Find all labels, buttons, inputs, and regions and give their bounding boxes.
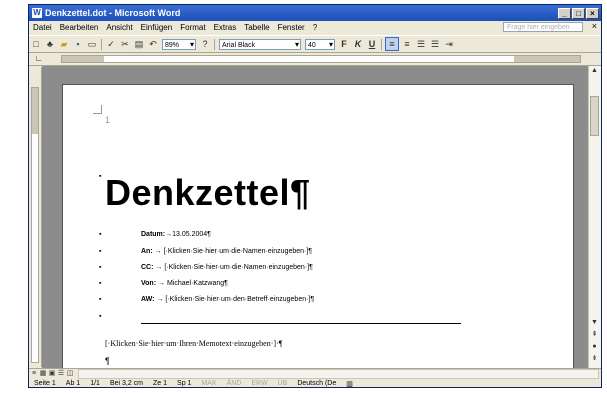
vertical-ruler-top-margin — [32, 88, 38, 134]
status-track-changes[interactable]: ÄND — [222, 380, 247, 387]
spellcheck-icon[interactable]: ✓ — [105, 38, 117, 50]
field-cc[interactable]: CC: → [·Klicken·Sie·hier·um·die·Namen·ei… — [141, 264, 313, 271]
list-bullet: ▪ — [99, 280, 102, 287]
scroll-up-icon[interactable]: ▲ — [590, 66, 599, 76]
font-select[interactable]: Arial Black — [219, 38, 301, 50]
ruler-left-margin — [62, 56, 104, 62]
status-extend[interactable]: ERW — [246, 380, 272, 387]
ruler-right-margin — [514, 56, 580, 62]
web-view-icon[interactable]: ▦ — [39, 370, 47, 378]
toolbar-separator — [101, 38, 102, 50]
previous-page-icon[interactable]: ⇞ — [590, 330, 599, 340]
permission-icon[interactable]: ♣ — [44, 38, 56, 50]
save-icon[interactable]: ▪ — [72, 38, 84, 50]
align-left-icon[interactable]: ≡ — [385, 37, 399, 51]
horizontal-rule — [141, 323, 461, 324]
align-center-icon[interactable]: ≡ — [401, 38, 413, 50]
document-heading[interactable]: Denkzettel¶ — [105, 172, 311, 214]
numbered-list-icon[interactable]: ☰ — [415, 38, 427, 50]
status-page-count: 1/1 — [90, 380, 100, 387]
font-size-select[interactable]: 40 — [305, 38, 335, 50]
status-overtype[interactable]: ÜB — [273, 380, 293, 387]
word-window: W Denkzettel.dot - Microsoft Word _ □ × … — [28, 4, 602, 388]
document-page[interactable]: 1 Denkzettel¶ ▪ ▪ Datum:→13.05.2004¶ ▪ A… — [62, 84, 574, 368]
zoom-select[interactable]: 89% — [162, 38, 196, 50]
spellcheck-status-icon[interactable]: ▥ — [341, 380, 358, 388]
indent-icon[interactable]: ⇥ — [443, 38, 455, 50]
vertical-ruler[interactable] — [29, 67, 42, 367]
status-section: Ab 1 — [65, 380, 81, 387]
status-column: Sp 1 — [177, 380, 192, 387]
field-to[interactable]: An: → [·Klicken·Sie·hier·um·die·Namen·ei… — [141, 248, 312, 255]
menu-extras[interactable]: Extras — [210, 23, 241, 32]
list-bullet: ▪ — [99, 313, 102, 320]
maximize-button[interactable]: □ — [572, 7, 585, 19]
normal-view-icon[interactable]: ≡ — [30, 370, 38, 378]
help-icon[interactable]: ? — [199, 38, 211, 50]
help-search-input[interactable]: Frage hier eingeben — [503, 22, 583, 32]
print-layout-icon[interactable]: ▣ — [48, 370, 56, 378]
browse-object-icon[interactable]: ● — [590, 342, 599, 352]
list-bullet: ▪ — [99, 296, 102, 303]
document-close-icon[interactable]: × — [592, 21, 597, 31]
toolbar-separator — [214, 38, 215, 50]
bullet-list-icon[interactable]: ☰ — [429, 38, 441, 50]
menu-datei[interactable]: Datei — [29, 23, 56, 32]
scrollbar-thumb[interactable] — [590, 96, 599, 136]
reading-view-icon[interactable]: ◫ — [66, 370, 74, 378]
status-macro[interactable]: MAK — [196, 380, 221, 387]
minimize-button[interactable]: _ — [558, 7, 571, 19]
page-number: 1 — [105, 115, 111, 125]
status-position: Bei 3,2 cm — [109, 380, 144, 387]
menu-ansicht[interactable]: Ansicht — [102, 23, 136, 32]
window-controls: _ □ × — [558, 7, 599, 19]
paste-icon[interactable]: ▤ — [133, 38, 145, 50]
menu-einfuegen[interactable]: Einfügen — [137, 23, 177, 32]
ruler-track[interactable] — [61, 55, 581, 63]
menu-bar: Datei Bearbeiten Ansicht Einfügen Format… — [29, 21, 601, 34]
status-bar: Seite 1 Ab 1 1/1 Bei 3,2 cm Ze 1 Sp 1 MA… — [29, 378, 601, 388]
vertical-ruler-track[interactable] — [31, 87, 39, 363]
field-from[interactable]: Von: → Michael·Katzwang¶ — [141, 280, 228, 287]
document-canvas: 1 Denkzettel¶ ▪ ▪ Datum:→13.05.2004¶ ▪ A… — [42, 66, 590, 368]
print-icon[interactable]: ▭ — [86, 38, 98, 50]
word-app-icon[interactable]: W — [32, 8, 42, 18]
cut-icon[interactable]: ✂ — [119, 38, 131, 50]
italic-button[interactable]: K — [352, 38, 364, 50]
field-date[interactable]: Datum:→13.05.2004¶ — [141, 231, 211, 238]
memo-text-placeholder[interactable]: [·Klicken·Sie·hier·um·Ihren·Memotext·ein… — [105, 339, 282, 348]
open-folder-icon[interactable]: ▰ — [58, 38, 70, 50]
paragraph-mark: ¶ — [105, 356, 110, 366]
status-page: Seite 1 — [34, 380, 56, 387]
tab-selector-icon[interactable]: ∟ — [35, 55, 43, 63]
toolbar: □ ♣ ▰ ▪ ▭ ✓ ✂ ▤ ↶ 89% ? Arial Black 40 F… — [29, 35, 601, 53]
bold-button[interactable]: F — [338, 38, 350, 50]
menu-format[interactable]: Format — [176, 23, 209, 32]
list-bullet: ▪ — [99, 248, 102, 255]
undo-icon[interactable]: ↶ — [147, 38, 159, 50]
field-subject[interactable]: AW: → [·Klicken·Sie·hier·um·den·Betreff·… — [141, 296, 314, 303]
crop-mark — [93, 105, 102, 114]
title-bar: W Denkzettel.dot - Microsoft Word _ □ × — [29, 5, 601, 21]
status-language[interactable]: Deutsch (De — [292, 380, 341, 387]
scroll-down-icon[interactable]: ▼ — [590, 318, 599, 328]
outline-view-icon[interactable]: ☰ — [57, 370, 65, 378]
vertical-scrollbar[interactable]: ▲ ▼ ⇞ ● ⇟ — [588, 66, 601, 368]
close-button[interactable]: × — [586, 7, 599, 19]
new-document-icon[interactable]: □ — [30, 38, 42, 50]
list-bullet: ▪ — [99, 173, 102, 180]
underline-button[interactable]: U — [366, 38, 378, 50]
menu-fenster[interactable]: Fenster — [274, 23, 309, 32]
list-bullet: ▪ — [99, 231, 102, 238]
menu-bearbeiten[interactable]: Bearbeiten — [56, 23, 103, 32]
toolbar-separator — [381, 38, 382, 50]
menu-tabelle[interactable]: Tabelle — [240, 23, 273, 32]
status-line: Ze 1 — [153, 380, 168, 387]
next-page-icon[interactable]: ⇟ — [590, 354, 599, 364]
list-bullet: ▪ — [99, 264, 102, 271]
horizontal-ruler[interactable]: ∟ — [29, 53, 601, 66]
window-title: Denkzettel.dot - Microsoft Word — [45, 8, 181, 18]
menu-help[interactable]: ? — [309, 23, 321, 32]
